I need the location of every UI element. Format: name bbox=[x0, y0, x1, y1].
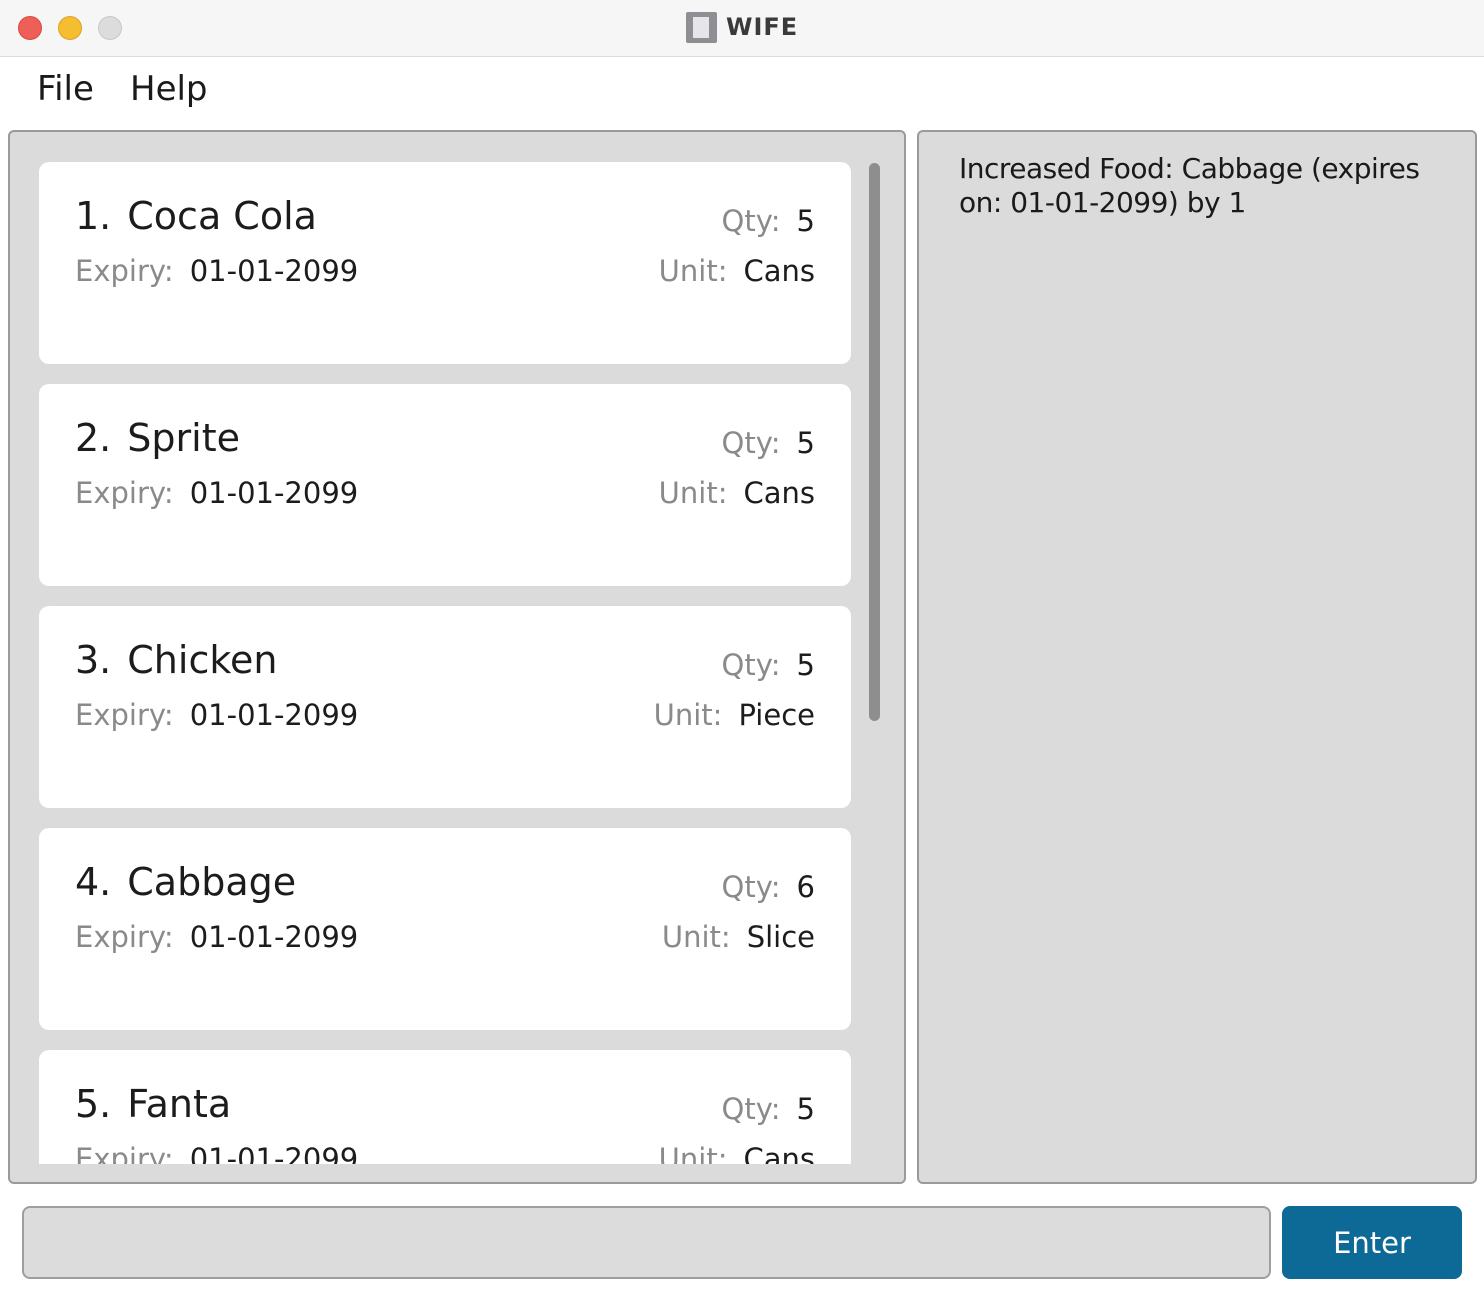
food-title: 1. Coca Cola bbox=[75, 194, 317, 238]
food-card[interactable]: 3. Chicken Expiry: 01-01-2099 Qty: 5 Unit: P… bbox=[39, 606, 851, 808]
enter-button[interactable]: Enter bbox=[1282, 1206, 1462, 1279]
menu-help[interactable]: Help bbox=[130, 69, 208, 109]
expiry-label: Expiry: bbox=[75, 1142, 174, 1164]
food-index: 1. bbox=[75, 194, 112, 238]
food-index: 5. bbox=[75, 1082, 112, 1126]
food-expiry-row: Expiry: 01-01-2099 bbox=[75, 920, 358, 954]
close-window-button[interactable] bbox=[18, 16, 42, 40]
food-list[interactable]: 1. Coca Cola Expiry: 01-01-2099 Qty: 5 Unit… bbox=[39, 162, 851, 1164]
food-index: 3. bbox=[75, 638, 112, 682]
food-expiry-row: Expiry: 01-01-2099 bbox=[75, 1142, 358, 1164]
food-expiry-row: Expiry: 01-01-2099 bbox=[75, 698, 358, 732]
food-unit-row: Unit: Slice bbox=[662, 920, 815, 954]
app-icon bbox=[686, 11, 717, 43]
food-name: Sprite bbox=[127, 416, 240, 460]
food-unit-row: Unit: Cans bbox=[659, 476, 815, 510]
food-card[interactable]: 2. Sprite Expiry: 01-01-2099 Qty: 5 Unit: Ca… bbox=[39, 384, 851, 586]
food-card[interactable]: 1. Coca Cola Expiry: 01-01-2099 Qty: 5 Unit… bbox=[39, 162, 851, 364]
expiry-value: 01-01-2099 bbox=[189, 920, 359, 954]
food-name: Cabbage bbox=[127, 860, 297, 904]
qty-label: Qty: bbox=[721, 648, 781, 682]
maximize-window-button[interactable] bbox=[98, 16, 122, 40]
food-name: Coca Cola bbox=[127, 194, 317, 238]
qty-value: 5 bbox=[796, 648, 815, 682]
expiry-value: 01-01-2099 bbox=[189, 698, 359, 732]
command-input[interactable] bbox=[22, 1206, 1271, 1279]
app-window: WIFE File Help 1. Coca Cola Expiry: 01-01-… bbox=[0, 0, 1484, 1302]
qty-label: Qty: bbox=[721, 1092, 781, 1126]
qty-value: 6 bbox=[796, 870, 815, 904]
unit-value: Piece bbox=[738, 698, 815, 732]
food-qty-row: Qty: 5 bbox=[722, 426, 815, 460]
food-list-scrollbar[interactable] bbox=[869, 163, 880, 721]
food-index: 4. bbox=[75, 860, 112, 904]
expiry-label: Expiry: bbox=[75, 476, 174, 510]
qty-value: 5 bbox=[796, 1092, 815, 1126]
food-card[interactable]: 4. Cabbage Expiry: 01-01-2099 Qty: 6 Unit: S… bbox=[39, 828, 851, 1030]
food-title: 3. Chicken bbox=[75, 638, 277, 682]
food-card[interactable]: 5. Fanta Expiry: 01-01-2099 Qty: 5 Unit: Can… bbox=[39, 1050, 851, 1164]
expiry-value: 01-01-2099 bbox=[189, 1142, 359, 1164]
food-title: 5. Fanta bbox=[75, 1082, 231, 1126]
food-title: 4. Cabbage bbox=[75, 860, 296, 904]
food-qty-row: Qty: 6 bbox=[722, 870, 815, 904]
menu-file[interactable]: File bbox=[37, 69, 94, 109]
expiry-value: 01-01-2099 bbox=[189, 254, 359, 288]
qty-value: 5 bbox=[796, 204, 815, 238]
food-expiry-row: Expiry: 01-01-2099 bbox=[75, 476, 358, 510]
expiry-label: Expiry: bbox=[75, 254, 174, 288]
title-bar: WIFE bbox=[0, 0, 1484, 57]
food-qty-row: Qty: 5 bbox=[722, 648, 815, 682]
qty-label: Qty: bbox=[721, 426, 781, 460]
food-expiry-row: Expiry: 01-01-2099 bbox=[75, 254, 358, 288]
food-unit-row: Unit: Cans bbox=[659, 1142, 815, 1164]
qty-value: 5 bbox=[796, 426, 815, 460]
window-title: WIFE bbox=[686, 11, 798, 43]
expiry-value: 01-01-2099 bbox=[189, 476, 359, 510]
food-list-panel: 1. Coca Cola Expiry: 01-01-2099 Qty: 5 Unit… bbox=[8, 130, 906, 1184]
window-title-text: WIFE bbox=[726, 13, 799, 41]
qty-label: Qty: bbox=[721, 204, 781, 238]
unit-value: Cans bbox=[743, 1142, 815, 1164]
food-name: Fanta bbox=[127, 1082, 232, 1126]
qty-label: Qty: bbox=[721, 870, 781, 904]
food-qty-row: Qty: 5 bbox=[722, 1092, 815, 1126]
food-unit-row: Unit: Piece bbox=[654, 698, 815, 732]
unit-label: Unit: bbox=[658, 254, 728, 288]
menu-bar: File Help bbox=[0, 57, 1484, 127]
unit-value: Slice bbox=[746, 920, 815, 954]
food-qty-row: Qty: 5 bbox=[722, 204, 815, 238]
result-display-panel: Increased Food: Cabbage (expires on: 01-… bbox=[917, 130, 1477, 1184]
food-unit-row: Unit: Cans bbox=[659, 254, 815, 288]
expiry-label: Expiry: bbox=[75, 920, 174, 954]
unit-value: Cans bbox=[743, 476, 815, 510]
unit-label: Unit: bbox=[658, 476, 728, 510]
expiry-label: Expiry: bbox=[75, 698, 174, 732]
unit-label: Unit: bbox=[658, 1142, 728, 1164]
unit-label: Unit: bbox=[653, 698, 723, 732]
unit-label: Unit: bbox=[661, 920, 731, 954]
minimize-window-button[interactable] bbox=[58, 16, 82, 40]
result-message: Increased Food: Cabbage (expires on: 01-… bbox=[959, 152, 1420, 219]
food-name: Chicken bbox=[127, 638, 278, 682]
food-title: 2. Sprite bbox=[75, 416, 240, 460]
unit-value: Cans bbox=[743, 254, 815, 288]
food-index: 2. bbox=[75, 416, 112, 460]
